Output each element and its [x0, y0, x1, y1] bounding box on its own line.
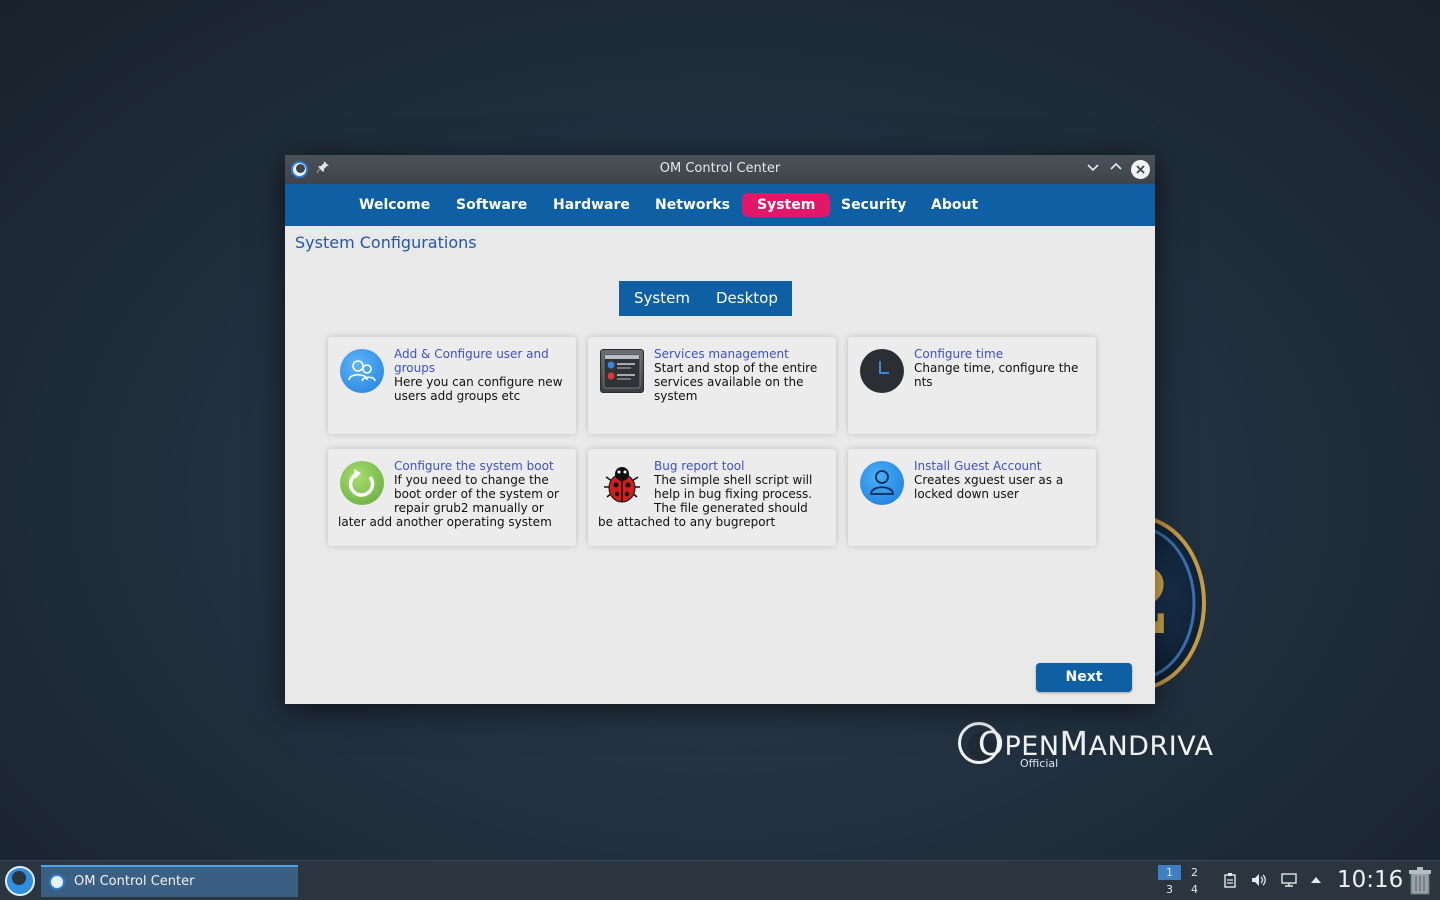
card-services[interactable]: Services management Start and stop of th…: [588, 337, 836, 434]
segment-desktop[interactable]: Desktop: [716, 281, 778, 316]
close-button[interactable]: [1131, 160, 1150, 179]
minimize-button[interactable]: [1084, 160, 1102, 178]
app-icon: [49, 874, 65, 890]
clock-icon: [860, 349, 904, 393]
card-users-groups[interactable]: Add & Configure user and groups Here you…: [328, 337, 576, 434]
pager-desktop-3[interactable]: 3: [1158, 882, 1181, 897]
taskbar-item-om-control-center[interactable]: OM Control Center: [41, 865, 298, 897]
taskbar: OM Control Center 1 2 3 4 10:16: [0, 860, 1440, 900]
tab-networks[interactable]: Networks: [640, 193, 745, 217]
chevron-up-icon: [1110, 162, 1122, 170]
clipboard-icon[interactable]: [1221, 872, 1239, 890]
tab-hardware[interactable]: Hardware: [538, 193, 645, 217]
tab-welcome[interactable]: Welcome: [344, 193, 445, 217]
om-control-center-window: OM Control Center Welcome Software Hardw…: [285, 155, 1155, 704]
logo-subtitle: Official: [1020, 757, 1059, 770]
taskbar-item-label: OM Control Center: [74, 874, 195, 889]
card-bug-report[interactable]: Bug report tool The simple shell script …: [588, 449, 836, 546]
pager-desktop-2[interactable]: 2: [1183, 865, 1206, 880]
tab-system[interactable]: System: [742, 193, 831, 217]
user-icon: [860, 461, 904, 505]
digital-clock[interactable]: 10:16: [1337, 867, 1403, 893]
tab-about[interactable]: About: [916, 193, 993, 217]
page-title: System Configurations: [295, 233, 477, 252]
application-launcher-icon[interactable]: [5, 866, 35, 896]
segment-system[interactable]: System: [634, 281, 690, 316]
window-title: OM Control Center: [659, 161, 781, 176]
next-button[interactable]: Next: [1036, 663, 1132, 692]
users-icon: [340, 349, 384, 393]
window-titlebar[interactable]: OM Control Center: [285, 155, 1155, 184]
card-boot[interactable]: Configure the system boot If you need to…: [328, 449, 576, 546]
refresh-icon: [340, 461, 384, 505]
openmandriva-logo: OPENMANDRIVA Official: [958, 718, 1258, 778]
tab-security[interactable]: Security: [826, 193, 921, 217]
services-icon: [600, 349, 644, 393]
main-nav: Welcome Software Hardware Networks Syste…: [285, 184, 1155, 226]
network-icon[interactable]: [1280, 872, 1298, 890]
close-icon: [1136, 165, 1145, 174]
pager-desktop-1[interactable]: 1: [1158, 865, 1181, 880]
system-desktop-toggle: System Desktop: [619, 281, 792, 316]
ladybug-icon: [600, 461, 644, 505]
pager-desktop-4[interactable]: 4: [1183, 882, 1206, 897]
virtual-desktop-pager[interactable]: 1 2 3 4: [1158, 865, 1206, 897]
chevron-down-icon: [1087, 164, 1099, 172]
card-guest-account[interactable]: Install Guest Account Creates xguest use…: [848, 449, 1096, 546]
chevron-up-icon[interactable]: [1307, 872, 1325, 890]
volume-icon[interactable]: [1250, 872, 1268, 890]
logo-wordmark: OPENMANDRIVA: [978, 724, 1214, 763]
maximize-button[interactable]: [1107, 160, 1125, 178]
card-time[interactable]: Configure time Change time, configure th…: [848, 337, 1096, 434]
tab-software[interactable]: Software: [441, 193, 542, 217]
trash-icon[interactable]: [1408, 867, 1432, 895]
